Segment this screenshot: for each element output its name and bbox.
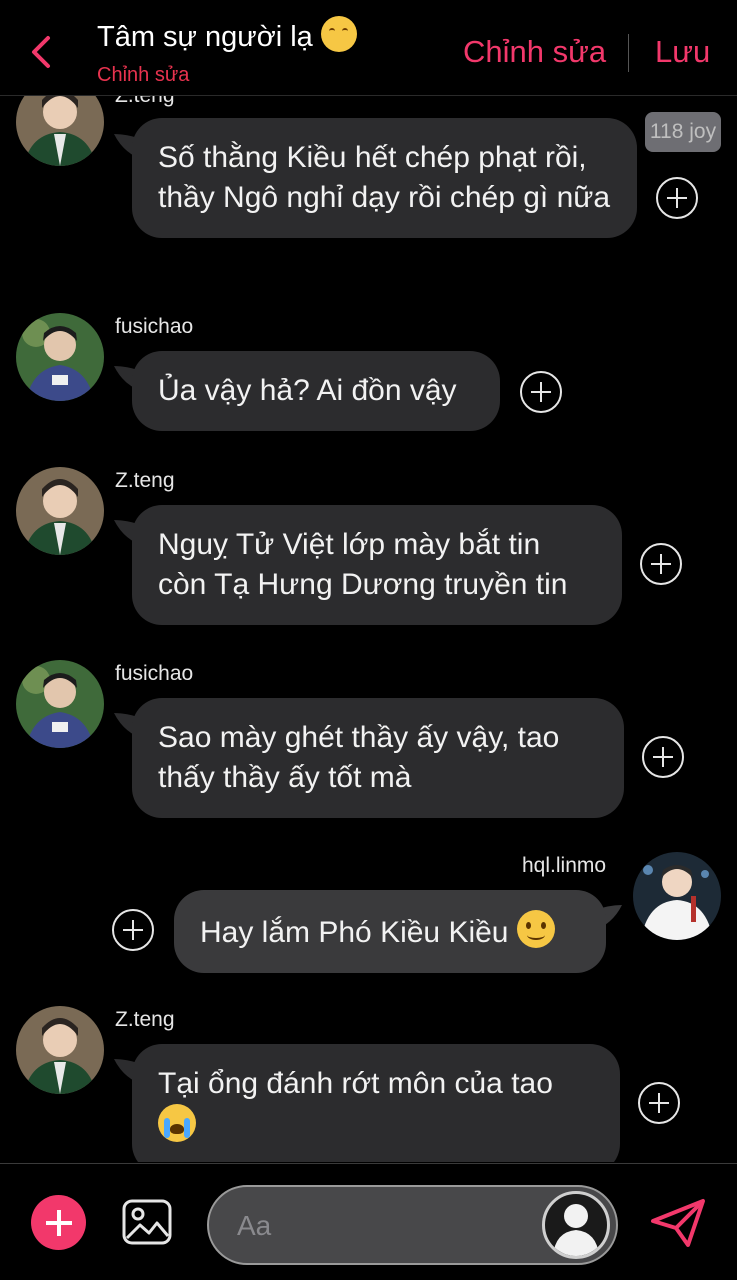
add-reaction-button[interactable]	[112, 909, 154, 951]
sender-name: hql.linmo	[522, 854, 607, 877]
add-reaction-button[interactable]	[640, 543, 682, 585]
plus-icon[interactable]	[31, 1195, 86, 1250]
header-divider	[628, 34, 629, 72]
image-icon[interactable]	[121, 1198, 173, 1246]
message-bubble[interactable]: Tại ổng đánh rớt môn của tao	[132, 1044, 620, 1162]
chat-header: Tâm sự người lạ Chỉnh sửa Chỉnh sửa Lưu	[0, 0, 737, 96]
chat-title: Tâm sự người lạ	[97, 16, 357, 54]
message-bubble[interactable]: Sao mày ghét thầy ấy vậy, tao thấy thầy …	[132, 698, 624, 818]
message-input[interactable]	[237, 1205, 537, 1247]
message-bubble[interactable]: Nguỵ Tử Việt lớp mày bắt tin còn Tạ Hưng…	[132, 505, 622, 625]
message-input-wrapper	[207, 1185, 618, 1265]
persona-silhouette-icon[interactable]	[542, 1191, 610, 1259]
edit-button[interactable]: Chỉnh sửa	[463, 34, 606, 70]
message-bubble[interactable]: Hay lắm Phó Kiều Kiều	[174, 890, 606, 973]
chat-subtitle: Chỉnh sửa	[97, 64, 190, 86]
avatar-zteng[interactable]	[16, 96, 104, 166]
message-composer	[0, 1163, 737, 1280]
avatar-hql-linmo[interactable]	[633, 852, 721, 940]
save-button[interactable]: Lưu	[655, 34, 710, 70]
message-bubble[interactable]: Số thằng Kiều hết chép phạt rồi, thầy Ng…	[132, 118, 637, 238]
avatar-fusichao[interactable]	[16, 313, 104, 401]
message-text: Tại ổng đánh rớt môn của tao	[158, 1067, 553, 1100]
message-bubble[interactable]: Ủa vậy hả? Ai đồn vậy	[132, 351, 500, 431]
message-list[interactable]: Z.teng Số thằng Kiều hết chép phạt rồi, …	[0, 96, 737, 1162]
add-reaction-button[interactable]	[656, 177, 698, 219]
chevron-left-icon[interactable]	[28, 34, 58, 70]
avatar-fusichao[interactable]	[16, 660, 104, 748]
sender-name: fusichao	[115, 315, 194, 338]
slightly-smiling-face-icon	[516, 910, 555, 948]
sender-name: Z.teng	[115, 469, 175, 492]
sender-name: Z.teng	[115, 96, 175, 108]
sender-name: fusichao	[115, 662, 194, 685]
reaction-count-badge: 118 joy	[645, 112, 721, 152]
message-text: Hay lắm Phó Kiều Kiều	[200, 916, 509, 949]
add-reaction-button[interactable]	[642, 736, 684, 778]
chat-title-text: Tâm sự người lạ	[97, 21, 313, 53]
add-reaction-button[interactable]	[520, 371, 562, 413]
send-icon[interactable]	[650, 1198, 706, 1248]
avatar-zteng[interactable]	[16, 467, 104, 555]
sender-name: Z.teng	[115, 1008, 175, 1031]
smiling-blush-emoji-icon	[320, 16, 357, 52]
add-reaction-button[interactable]	[638, 1082, 680, 1124]
loudly-crying-face-icon	[158, 1104, 196, 1142]
avatar-zteng[interactable]	[16, 1006, 104, 1094]
